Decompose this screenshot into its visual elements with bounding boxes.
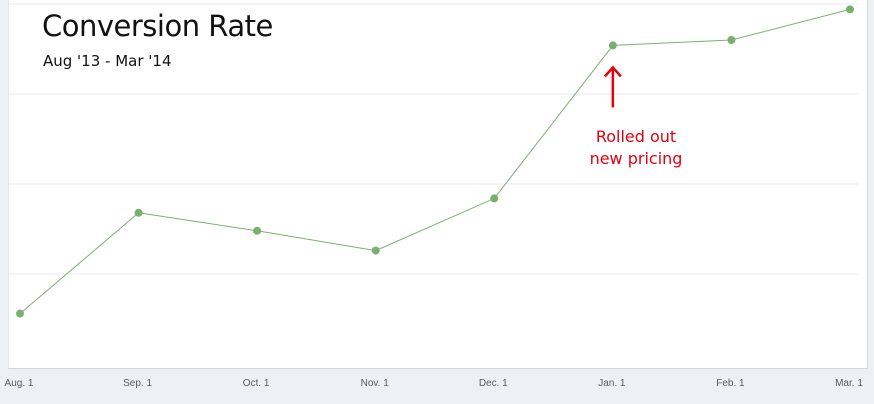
- data-point-4[interactable]: [490, 194, 499, 203]
- x-tick-label-4: Dec. 1: [479, 378, 508, 389]
- x-tick-labels: Aug. 1 Sep. 1 Oct. 1 Nov. 1 Dec. 1 Jan. 1 Feb.…: [5, 378, 864, 389]
- annotation-arrow: [603, 65, 622, 108]
- x-tick-label-7: Mar. 1: [835, 378, 863, 389]
- x-tick-label-3: Nov. 1: [361, 378, 390, 389]
- data-point-7[interactable]: [846, 5, 854, 14]
- data-point-2[interactable]: [253, 226, 262, 235]
- data-point-3[interactable]: [371, 246, 380, 255]
- chart-title: Conversion Rate: [42, 9, 273, 43]
- x-tick-label-0: Aug. 1: [5, 378, 34, 389]
- x-tick-label-5: Jan. 1: [598, 378, 626, 389]
- x-tick-label-1: Sep. 1: [123, 378, 152, 389]
- chart-panel: Conversion Rate Aug '13 - Mar '14 Rolled…: [8, 0, 868, 369]
- annotation-line-2: new pricing: [589, 149, 683, 168]
- annotation-label: Rolled out new pricing: [575, 126, 697, 170]
- annotation-line-1: Rolled out: [595, 127, 677, 146]
- data-point-0[interactable]: [16, 309, 24, 318]
- gridlines: [9, 3, 858, 275]
- x-tick-label-2: Oct. 1: [243, 378, 270, 389]
- data-point-5[interactable]: [608, 41, 617, 50]
- data-point-1[interactable]: [134, 208, 143, 217]
- x-tick-label-6: Feb. 1: [716, 378, 745, 389]
- data-point-6[interactable]: [727, 36, 736, 44]
- chart-subtitle: Aug '13 - Mar '14: [43, 52, 172, 70]
